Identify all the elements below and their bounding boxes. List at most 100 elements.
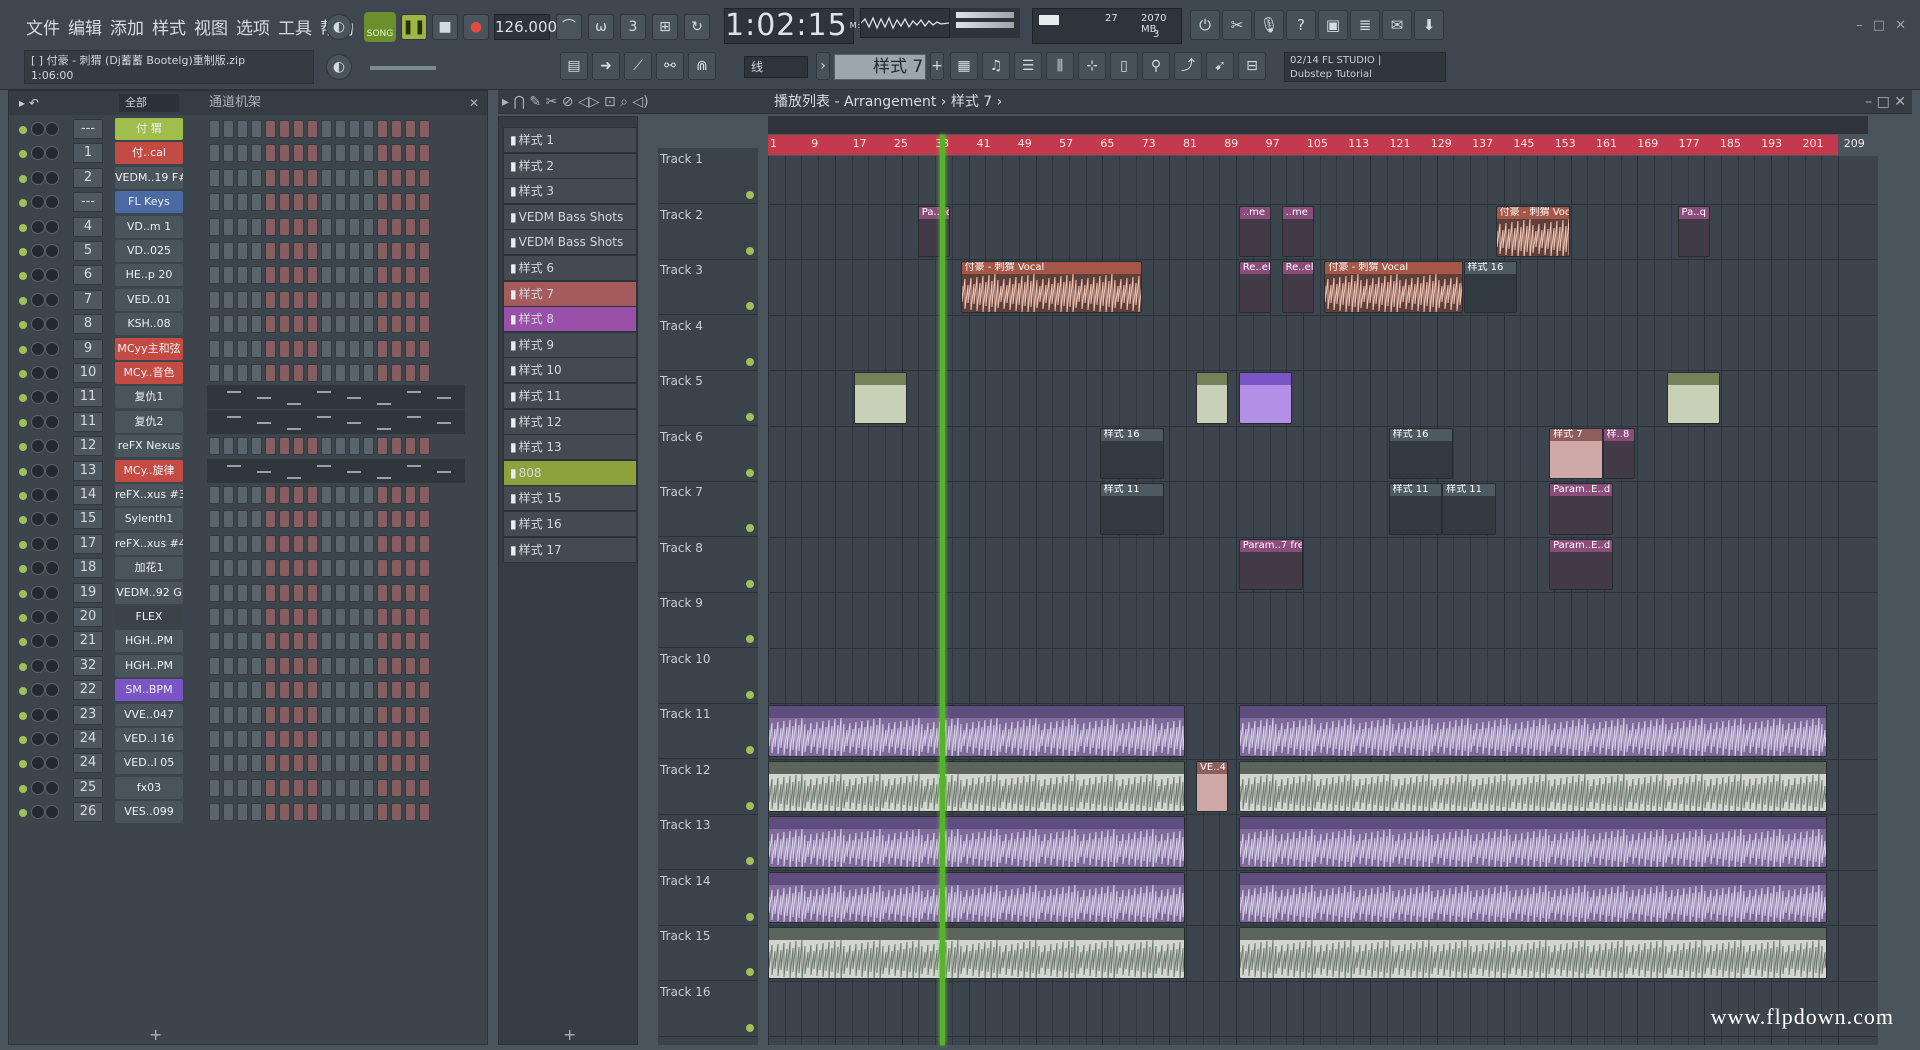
step-button[interactable] [349, 778, 360, 797]
step-button[interactable] [363, 656, 374, 675]
step-button[interactable] [251, 705, 262, 724]
track-header[interactable]: Track 10 [658, 648, 758, 704]
channel-knob[interactable] [31, 341, 45, 356]
channel-mute-led[interactable] [19, 540, 27, 549]
track-header[interactable]: Track 3 [658, 259, 758, 315]
channel-mute-led[interactable] [19, 296, 27, 305]
step-button[interactable] [321, 266, 332, 285]
step-button[interactable] [307, 290, 318, 309]
metronome-icon[interactable]: ⌒ [556, 14, 582, 40]
step-button[interactable] [293, 608, 304, 626]
news-hint-panel[interactable]: 02/14 FL STUDIO | Dubstep Tutorial [1284, 52, 1446, 82]
step-button[interactable] [321, 583, 332, 602]
step-button[interactable] [335, 144, 346, 163]
playlist-clip[interactable] [1238, 871, 1828, 923]
step-button[interactable] [279, 242, 290, 260]
browser-icon[interactable]: ▯ [1110, 52, 1138, 80]
chat-icon[interactable]: ✉ [1382, 10, 1412, 40]
step-button[interactable] [293, 168, 304, 187]
step-button[interactable] [209, 681, 220, 700]
step-button[interactable] [251, 583, 262, 602]
step-button[interactable] [223, 608, 234, 626]
step-button[interactable] [279, 754, 290, 773]
step-button[interactable] [293, 364, 304, 382]
arrow-icon[interactable]: ➜ [592, 52, 620, 80]
track-header[interactable]: Track 9 [658, 592, 758, 648]
step-button[interactable] [363, 144, 374, 163]
step-button[interactable] [363, 608, 374, 626]
channel-row[interactable]: 2 VEDM..19 F# [9, 166, 479, 192]
step-button[interactable] [321, 364, 332, 382]
step-button[interactable] [377, 217, 388, 236]
add-pattern-button[interactable]: + [563, 1025, 576, 1044]
step-button[interactable] [293, 437, 304, 456]
step-button[interactable] [251, 754, 262, 773]
channel-row[interactable]: 26 VES..099 [9, 800, 479, 826]
playlist-clip[interactable]: Param..E..d 7 freq [1549, 538, 1614, 590]
pattern-item[interactable]: ▮VEDM Bass Shots 092 G [503, 229, 637, 273]
step-button[interactable] [279, 339, 290, 358]
channel-knob[interactable] [31, 244, 45, 258]
step-button[interactable] [279, 217, 290, 236]
channel-knob[interactable] [31, 488, 45, 502]
channel-knob[interactable] [31, 414, 45, 429]
playlist-clip[interactable]: 样式 11 [1442, 483, 1496, 535]
step-button[interactable] [321, 120, 332, 138]
step-button[interactable] [335, 803, 346, 822]
step-button[interactable] [391, 681, 402, 700]
pattern-item[interactable]: ▮ 样式 10 [503, 357, 637, 384]
mixer-track-number[interactable]: 22 [73, 680, 103, 701]
step-button[interactable] [391, 437, 402, 456]
step-button[interactable] [377, 168, 388, 187]
step-button[interactable] [335, 510, 346, 529]
step-button[interactable] [279, 534, 290, 553]
mixer-track-number[interactable]: 2 [73, 167, 103, 188]
channel-name-button[interactable]: VES..099 [115, 801, 183, 824]
channel-knob[interactable] [31, 732, 45, 746]
menu-item[interactable]: 添加 [108, 14, 146, 39]
step-button[interactable] [419, 559, 430, 578]
piano-roll-view-icon[interactable]: ♫ [982, 52, 1010, 80]
step-button[interactable] [251, 315, 262, 334]
step-button[interactable] [405, 193, 416, 212]
mixer-track-number[interactable]: 7 [73, 289, 103, 310]
step-button[interactable] [349, 656, 360, 675]
mixer-track-number[interactable]: 24 [73, 753, 103, 774]
step-button[interactable] [391, 193, 402, 212]
step-button[interactable] [363, 193, 374, 212]
channel-knob[interactable] [45, 610, 59, 624]
step-button[interactable] [335, 681, 346, 700]
step-button[interactable] [419, 339, 430, 358]
track-header[interactable]: Track 2 [658, 204, 758, 260]
track-header[interactable]: Track 11 [658, 703, 758, 759]
menu-item[interactable]: 视图 [192, 14, 230, 39]
step-button[interactable] [405, 242, 416, 260]
step-button[interactable] [237, 778, 248, 797]
channel-mute-led[interactable] [19, 711, 27, 720]
playlist-clip[interactable]: 付豪 - 刺猬 Vocal [1495, 205, 1571, 257]
step-button[interactable] [251, 778, 262, 797]
step-button[interactable] [335, 217, 346, 236]
step-button[interactable] [363, 632, 374, 651]
maximize-icon[interactable]: □ [1873, 18, 1885, 33]
step-button[interactable] [377, 632, 388, 651]
pattern-item[interactable]: ▮ 样式 1 [503, 127, 637, 153]
step-button[interactable] [349, 242, 360, 260]
step-button[interactable] [307, 681, 318, 700]
channel-knob[interactable] [31, 561, 45, 576]
step-button[interactable] [377, 315, 388, 334]
step-button[interactable] [223, 193, 234, 212]
step-button[interactable] [223, 559, 234, 578]
step-button[interactable] [223, 242, 234, 260]
wait-input-icon[interactable]: ω [588, 14, 614, 40]
step-button[interactable] [237, 315, 248, 334]
step-button[interactable] [251, 534, 262, 553]
step-button[interactable] [377, 242, 388, 260]
step-button[interactable] [363, 290, 374, 309]
step-button[interactable] [307, 486, 318, 504]
step-button[interactable] [377, 803, 388, 822]
playlist-clip[interactable] [853, 372, 908, 424]
step-button[interactable] [405, 364, 416, 382]
step-button[interactable] [405, 486, 416, 504]
step-button[interactable] [237, 705, 248, 724]
